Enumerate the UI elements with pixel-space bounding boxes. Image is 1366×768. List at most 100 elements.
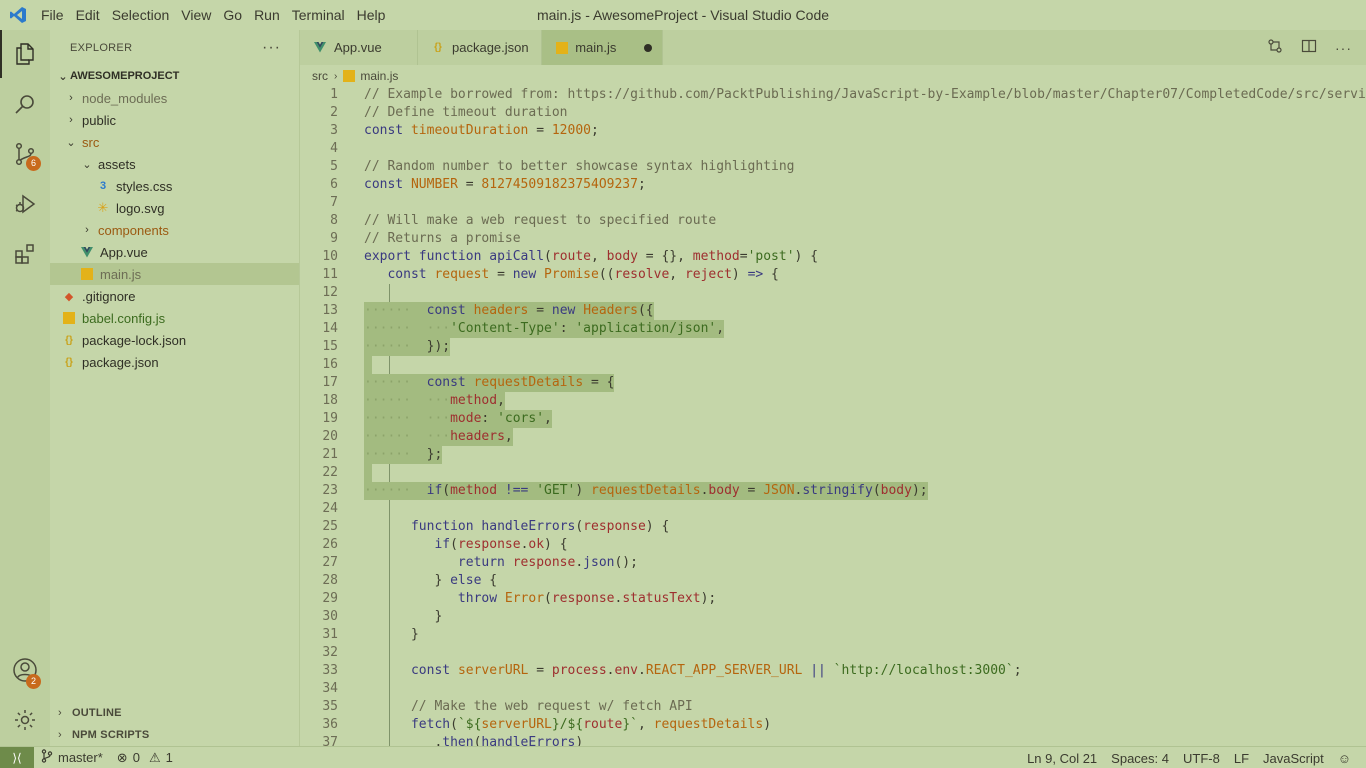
outline-section[interactable]: › OUTLINE [50, 702, 299, 724]
remote-indicator-icon[interactable]: ⟩⟨ [0, 746, 34, 768]
search-icon[interactable] [0, 80, 50, 128]
accounts-badge: 2 [26, 674, 41, 689]
tab-app-vue[interactable]: App.vue [300, 30, 418, 65]
tree-item-label: node_modules [82, 90, 168, 106]
tree-item-label: assets [98, 156, 136, 172]
tree-item-package-lock-json[interactable]: {} package-lock.json [50, 329, 299, 351]
chevron-right-icon: › [58, 729, 62, 741]
explorer-sidebar: EXPLORER ··· ⌄ AWESOMEPROJECT › node_mod… [50, 30, 300, 746]
code-line: 11 const request = new Promise((resolve,… [322, 267, 779, 282]
branch-status[interactable]: master* [34, 749, 110, 766]
menu-help[interactable]: Help [351, 0, 392, 30]
project-folder[interactable]: ⌄ AWESOMEPROJECT [50, 65, 299, 87]
svg-file-icon: ✳ [97, 200, 109, 215]
settings-gear-icon[interactable] [0, 696, 50, 744]
code-line: 8// Will make a web request to specified… [330, 213, 717, 228]
tree-item-node-modules[interactable]: › node_modules [50, 87, 299, 109]
more-actions-icon[interactable]: ··· [1335, 40, 1352, 56]
chevron-right-icon: › [334, 70, 338, 82]
open-changes-icon[interactable] [1267, 38, 1283, 57]
menu-edit[interactable]: Edit [70, 0, 106, 30]
breadcrumb-file[interactable]: main.js [360, 69, 398, 83]
js-file-icon [554, 41, 569, 55]
tree-item-components[interactable]: › components [50, 219, 299, 241]
tree-item-logo-svg[interactable]: ✳ logo.svg [50, 197, 299, 219]
tree-item-label: styles.css [116, 178, 173, 194]
code-line: 17 ······ const requestDetails = { [322, 374, 615, 392]
menu-go[interactable]: Go [217, 0, 248, 30]
git-branch-icon [41, 749, 53, 766]
code-line: 5// Random number to better showcase syn… [330, 159, 795, 174]
explorer-more-actions-icon[interactable]: ··· [262, 39, 281, 57]
tab-label: App.vue [334, 40, 382, 55]
tree-item-label: App.vue [100, 244, 148, 260]
vue-file-icon [80, 245, 94, 259]
error-count: 0 [132, 750, 140, 765]
code-line: 3 const timeoutDuration = 12000; [330, 123, 599, 138]
code-line: 12 [322, 285, 338, 300]
tree-item-label: main.js [100, 266, 142, 282]
indentation-status[interactable]: Spaces: 4 [1104, 751, 1176, 766]
tree-item-gitignore[interactable]: ◆ .gitignore [50, 285, 299, 307]
js-file-icon [62, 311, 76, 325]
status-bar: ⟩⟨ master* ⊗ 0 ⚠ 1 Ln 9, Col 21 Spaces: … [0, 746, 1366, 768]
split-editor-icon[interactable] [1301, 38, 1317, 57]
menu-run[interactable]: Run [248, 0, 286, 30]
json-file-icon: {} [65, 356, 73, 368]
code-line: 14 ······ ···'Content-Type': 'application… [322, 320, 725, 338]
explorer-title: EXPLORER [70, 42, 133, 54]
tab-main-js[interactable]: main.js [542, 30, 663, 65]
tree-item-babel-config[interactable]: babel.config.js [50, 307, 299, 329]
code-line: 32 [322, 645, 338, 660]
menu-selection[interactable]: Selection [106, 0, 176, 30]
npm-scripts-section[interactable]: › NPM SCRIPTS [50, 724, 299, 746]
menu-file[interactable]: File [35, 0, 70, 30]
error-icon: ⊗ [116, 749, 128, 765]
editor-actions: ··· [1267, 30, 1352, 65]
tab-package-json[interactable]: {} package.json [418, 30, 542, 65]
code-line: 21 ······ }; [322, 446, 443, 464]
title-bar: File Edit Selection View Go Run Terminal… [0, 0, 1366, 30]
encoding-status[interactable]: UTF-8 [1176, 751, 1227, 766]
code-line: 10 export function apiCall(route, body = … [322, 249, 819, 264]
code-line: 18 ······ ···method, [322, 392, 505, 410]
explorer-header: EXPLORER ··· [50, 30, 299, 66]
tree-item-app-vue[interactable]: App.vue [50, 241, 299, 263]
feedback-smiley-icon[interactable]: ☺ [1331, 751, 1358, 766]
menu-terminal[interactable]: Terminal [286, 0, 351, 30]
run-debug-icon[interactable] [0, 180, 50, 228]
chevron-right-icon: › [58, 707, 62, 719]
unsaved-dot-icon[interactable] [644, 43, 652, 52]
breadcrumb-folder[interactable]: src [312, 69, 328, 83]
explorer-icon[interactable] [0, 30, 50, 78]
tree-item-styles-css[interactable]: 3 styles.css [50, 175, 299, 197]
tree-item-public[interactable]: › public [50, 109, 299, 131]
code-line: 15 ······ }); [322, 338, 451, 356]
eol-status[interactable]: LF [1227, 751, 1256, 766]
extensions-icon[interactable] [0, 230, 50, 278]
tab-label: package.json [452, 40, 529, 55]
code-line: 37 .then(handleErrors) [322, 735, 584, 746]
json-file-icon: {} [65, 334, 73, 346]
problems-status[interactable]: ⊗ 0 ⚠ 1 [110, 750, 180, 766]
js-file-icon [80, 267, 94, 281]
tree-item-assets[interactable]: ⌄ assets [50, 153, 299, 175]
tree-item-main-js[interactable]: main.js [50, 263, 299, 285]
chevron-right-icon: › [69, 92, 73, 104]
tree-item-src[interactable]: ⌄ src [50, 131, 299, 153]
editor-tabs: App.vue {} package.json main.js [300, 30, 1366, 65]
code-line: 35 // Make the web request w/ fetch API [322, 699, 693, 714]
menu-bar: File Edit Selection View Go Run Terminal… [35, 0, 391, 30]
code-editor[interactable]: 1// Example borrowed from: https://githu… [300, 86, 1366, 746]
source-control-icon[interactable]: 6 [0, 130, 50, 178]
code-line: 13 ······ const headers = new Headers({ [322, 302, 654, 320]
language-mode[interactable]: JavaScript [1256, 751, 1331, 766]
branch-name: master* [58, 750, 103, 765]
code-line: 26 if(response.ok) { [322, 537, 568, 552]
menu-view[interactable]: View [175, 0, 217, 30]
code-line: 9// Returns a promise [330, 231, 521, 246]
tree-item-package-json[interactable]: {} package.json [50, 351, 299, 373]
cursor-position[interactable]: Ln 9, Col 21 [1020, 751, 1104, 766]
accounts-icon[interactable]: 2 [0, 646, 50, 694]
code-line: 16 [300, 356, 1366, 374]
